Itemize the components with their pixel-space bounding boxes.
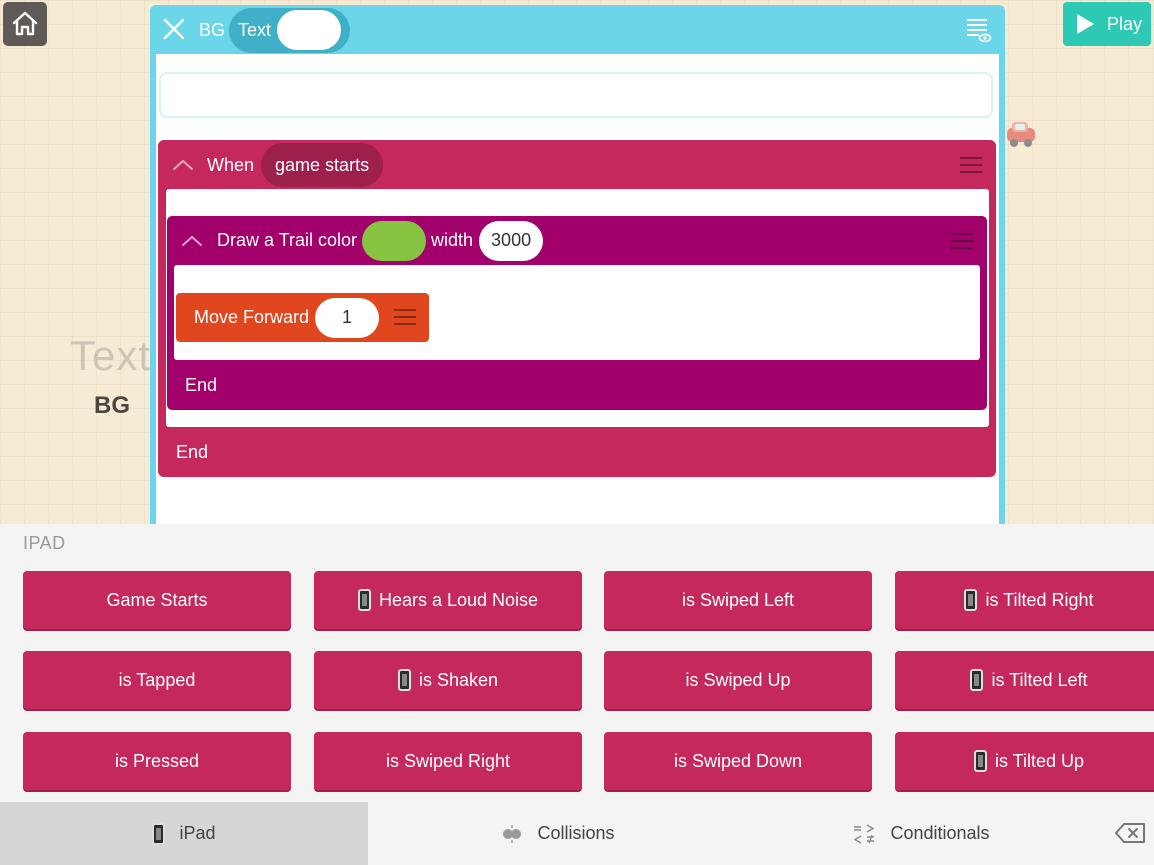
move-row: Move Forward 1	[194, 293, 380, 342]
code-view-icon[interactable]	[966, 17, 992, 43]
phone-icon	[970, 669, 984, 691]
palette-label: is Swiped Left	[681, 589, 795, 610]
palette-label: is Tilted Right	[985, 589, 1094, 610]
palette-label: is Pressed	[114, 750, 200, 771]
palette-title: IPAD	[23, 533, 66, 553]
phone-icon	[397, 669, 411, 691]
when-header: When game starts	[172, 141, 384, 189]
when-event-pill[interactable]: game starts	[261, 143, 384, 187]
delete-icon[interactable]	[1114, 822, 1146, 844]
tab-collisions[interactable]: Collisions	[368, 802, 748, 865]
play-icon	[1077, 14, 1094, 34]
close-icon[interactable]	[162, 17, 186, 41]
stage-text-object[interactable]: Text	[70, 332, 151, 380]
tab-ipad-label: iPad	[179, 823, 216, 843]
phone-icon	[357, 589, 371, 611]
object-selector-label: Text	[238, 20, 272, 40]
palette-swiped-up[interactable]: is Swiped Up	[604, 651, 872, 709]
palette-label: is Swiped Up	[685, 669, 791, 690]
when-keyword: When	[207, 154, 255, 175]
editor-header: BG Text	[150, 5, 1005, 53]
palette-tilted-left[interactable]: is Tilted Left	[895, 651, 1154, 709]
conditionals-icon	[854, 823, 875, 844]
when-end-label: End	[176, 442, 209, 462]
trail-end-label: End	[185, 375, 218, 395]
palette-label: Game Starts	[106, 589, 208, 610]
palette-label: Hears a Loud Noise	[378, 589, 539, 610]
search-input[interactable]	[159, 72, 993, 118]
editor-object-bg[interactable]: BG	[199, 20, 225, 41]
move-label: Move Forward	[194, 307, 310, 327]
palette-swiped-left[interactable]: is Swiped Left	[604, 571, 872, 629]
palette-shaken[interactable]: is Shaken	[314, 651, 582, 709]
palette-swiped-down[interactable]: is Swiped Down	[604, 732, 872, 790]
home-button[interactable]	[3, 2, 47, 46]
object-selector-toggle[interactable]	[277, 10, 341, 50]
phone-icon	[964, 589, 978, 611]
chevron-up-icon[interactable]	[181, 235, 203, 247]
trail-drag-handle-icon[interactable]	[951, 232, 973, 250]
move-drag-handle-icon[interactable]	[394, 308, 416, 326]
move-forward-block[interactable]: Move Forward 1	[176, 293, 429, 342]
palette-label: is Swiped Right	[385, 750, 511, 771]
when-drag-handle-icon[interactable]	[960, 156, 982, 174]
palette-tilted-right[interactable]: is Tilted Right	[895, 571, 1154, 629]
phone-icon	[152, 822, 166, 845]
palette-tapped[interactable]: is Tapped	[23, 651, 291, 709]
home-icon	[12, 11, 38, 36]
trail-width-input[interactable]: 3000	[479, 220, 544, 261]
phone-icon	[973, 750, 987, 772]
object-selector-pill[interactable]: Text	[229, 8, 350, 53]
play-label: Play	[1107, 13, 1143, 34]
stage-bg-object[interactable]: BG	[94, 392, 130, 420]
palette-tab-bar: iPad Collisions Conditionals	[0, 802, 1154, 865]
palette-swiped-right[interactable]: is Swiped Right	[314, 732, 582, 790]
palette-label: is Tapped	[118, 669, 196, 690]
tab-conditionals-label: Conditionals	[890, 823, 990, 843]
palette-label: is Swiped Down	[673, 750, 803, 771]
car-character[interactable]	[1004, 116, 1038, 150]
palette-pressed[interactable]: is Pressed	[23, 732, 291, 790]
palette-label: is Tilted Up	[994, 750, 1085, 771]
palette-label: is Shaken	[418, 669, 499, 690]
trail-width-label: width	[431, 230, 474, 250]
tab-ipad[interactable]: iPad	[0, 802, 368, 865]
move-value-input[interactable]: 1	[315, 297, 380, 338]
palette-game-starts[interactable]: Game Starts	[23, 571, 291, 629]
tab-conditionals[interactable]: Conditionals	[748, 802, 1094, 865]
tab-collisions-label: Collisions	[537, 823, 615, 843]
chevron-up-icon[interactable]	[172, 159, 194, 171]
trail-color-swatch[interactable]	[362, 220, 427, 261]
play-button[interactable]: Play	[1063, 2, 1151, 46]
trail-header: Draw a Trail color width 3000	[181, 216, 544, 265]
palette-hears-loud-noise[interactable]: Hears a Loud Noise	[314, 571, 582, 629]
collisions-icon	[503, 824, 522, 843]
palette-tilted-up[interactable]: is Tilted Up	[895, 732, 1154, 790]
palette-label: is Tilted Left	[991, 669, 1088, 690]
trail-label: Draw a Trail color	[217, 230, 358, 250]
